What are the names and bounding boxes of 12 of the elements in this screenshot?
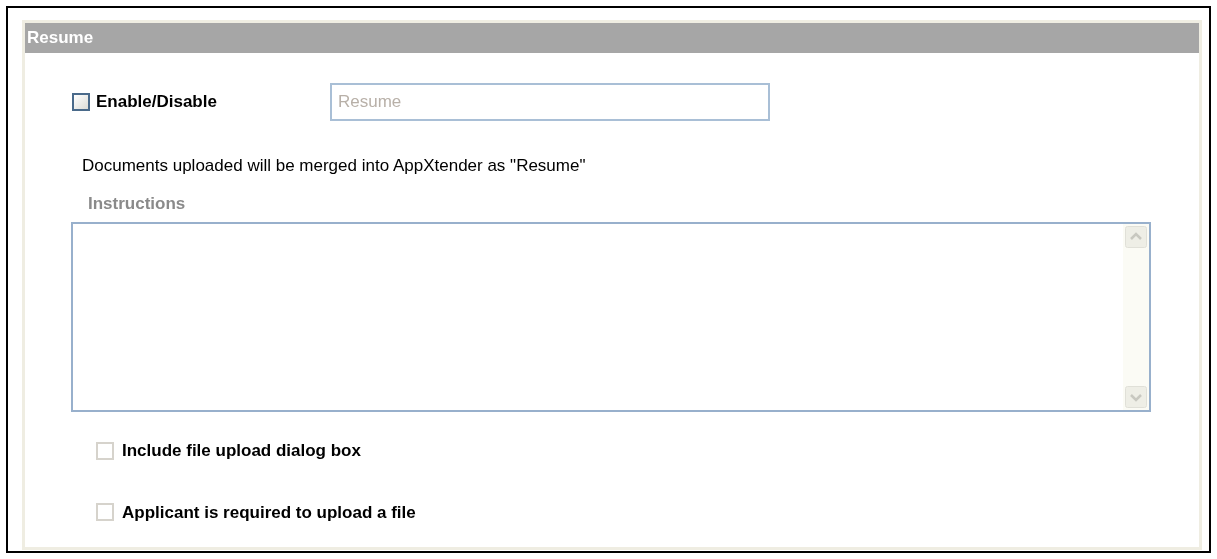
checkbox-label: Include file upload dialog box	[122, 440, 361, 462]
instructions-label: Instructions	[88, 192, 187, 215]
scroll-down-icon[interactable]	[1125, 386, 1147, 408]
name-field[interactable]: Resume	[330, 83, 770, 121]
merge-note: Documents uploaded will be merged into AppXtender as "Resume"	[82, 155, 587, 177]
panel-title: Resume	[25, 23, 1199, 53]
checkbox-label: Applicant is required to upload a file	[122, 501, 416, 524]
checkbox[interactable]	[72, 93, 90, 111]
scroll-up-icon[interactable]	[1125, 226, 1147, 248]
checkbox-label: Enable/Disable	[96, 91, 217, 114]
instructions-field[interactable]	[71, 222, 1151, 412]
scrollbar[interactable]	[1123, 224, 1149, 410]
